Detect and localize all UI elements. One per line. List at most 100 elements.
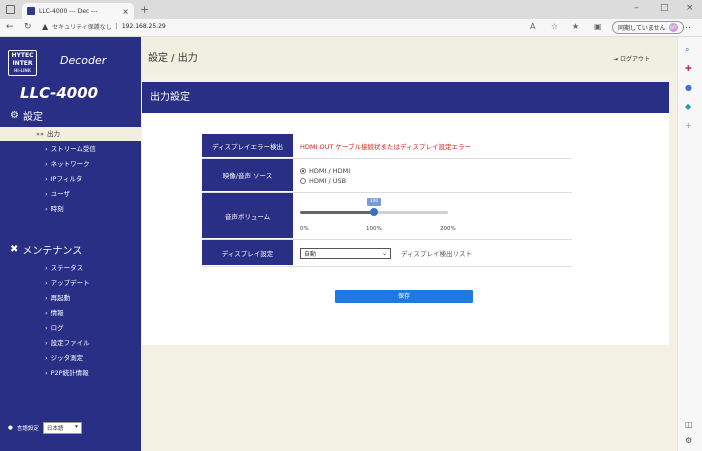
save-button[interactable]: 保存: [335, 290, 473, 303]
edge-sidebar: ⌕ ✚ ● ◆ + ◫ ⚙: [677, 37, 702, 451]
more-menu-button[interactable]: …: [682, 21, 691, 31]
minimize-button[interactable]: –: [634, 3, 639, 13]
close-window-button[interactable]: ×: [686, 3, 694, 13]
chevron-right-icon: ›: [45, 354, 48, 362]
display-select-value: 自動: [304, 250, 317, 258]
logout-icon: ⇥: [613, 56, 619, 63]
language-label: 言語設定: [16, 426, 39, 432]
tools-icon[interactable]: ●: [685, 83, 692, 92]
browser-tab[interactable]: LLC-4000 --- Dec --- ×: [22, 3, 134, 19]
sidebar-item[interactable]: »» 出力: [0, 127, 141, 141]
sidebar-item-label: ストリーム受信: [50, 145, 96, 153]
chevron-down-icon: ⌄: [381, 249, 387, 257]
sidebar-item-label: ネットワーク: [50, 160, 90, 168]
sidebar-item-label: 再起動: [50, 294, 71, 302]
favorite-add-icon[interactable]: ☆: [551, 22, 558, 31]
error-value: HDMI OUT ケーブル接続状またはディスプレイ設定エラー: [300, 143, 472, 151]
sidebar-item[interactable]: › ステータス: [0, 261, 141, 275]
warning-icon: ▲: [42, 22, 49, 31]
search-icon[interactable]: ⌕: [685, 45, 689, 55]
add-icon[interactable]: +: [685, 121, 692, 130]
source-options: HDMI / HDMI HDMI / USB: [293, 159, 572, 192]
source-radio-option[interactable]: HDMI / HDMI: [300, 167, 565, 175]
maximize-button[interactable]: □: [660, 3, 669, 13]
settings-gear-icon[interactable]: ⚙: [685, 436, 692, 445]
sidebar-item[interactable]: › 再起動: [0, 291, 141, 305]
maintenance-section-header: ✖ メンテナンス: [10, 242, 82, 257]
breadcrumb: 設定 / 出力: [148, 53, 198, 64]
sidebar-item-label: ログ: [50, 324, 64, 332]
gear-icon: ⚙: [10, 110, 19, 121]
chevron-down-icon: ▾: [75, 424, 78, 430]
slider-tick-label: 200%: [440, 226, 456, 232]
url-field[interactable]: ▲ セキュリティ保護なし | 192.168.25.29: [42, 22, 166, 31]
settings-section-header: ⚙ 設定: [10, 108, 43, 123]
sidebar-item[interactable]: › ジッタ測定: [0, 351, 141, 365]
logo-line2: INTER: [12, 60, 33, 67]
new-tab-button[interactable]: +: [140, 3, 149, 16]
slider-handle[interactable]: [370, 208, 378, 216]
chevron-right-icon: ›: [45, 324, 48, 332]
logo-line1: HYTEC: [11, 52, 34, 59]
chevron-right-icon: ›: [45, 190, 48, 198]
display-control: 自動 ⌄ ディスプレイ検出リスト: [293, 240, 572, 266]
back-icon[interactable]: ←: [6, 22, 14, 32]
sidebar-item-label: 出力: [46, 130, 60, 138]
radio-label: HDMI / HDMI: [309, 166, 351, 175]
volume-label: 音声ボリューム: [202, 193, 293, 239]
sidebar-toggle-icon[interactable]: ◫: [685, 420, 693, 429]
radio-label: HDMI / USB: [309, 176, 347, 185]
window-menu-icon[interactable]: [6, 5, 15, 14]
sidebar-item[interactable]: › P2P統計情報: [0, 366, 141, 380]
error-label: ディスプレイエラー検出: [202, 134, 293, 158]
brand-logo: HYTEC INTER HI-LINK: [8, 50, 37, 76]
slider-value-tooltip: 100: [367, 198, 381, 206]
reload-icon[interactable]: ↻: [24, 22, 32, 32]
logout-button[interactable]: ⇥ ログアウト: [613, 54, 650, 63]
display-detect-list-link[interactable]: ディスプレイ検出リスト: [401, 248, 472, 258]
sidebar-item[interactable]: › 情報: [0, 306, 141, 320]
tab-close-icon[interactable]: ×: [122, 7, 129, 16]
chevron-right-icon: »»: [36, 130, 44, 138]
radio-icon[interactable]: [300, 167, 306, 174]
browser-tab-bar: LLC-4000 --- Dec --- × + – □ ×: [0, 0, 702, 19]
settings-header-label: 設定: [22, 112, 43, 123]
slider-fill: [300, 211, 374, 214]
sidebar-item[interactable]: › ユーザ: [0, 187, 141, 201]
volume-slider[interactable]: 100: [300, 198, 448, 226]
settings-form: ディスプレイエラー検出 HDMI OUT ケーブル接続状またはディスプレイ設定エ…: [202, 133, 572, 267]
favorites-icon[interactable]: ★: [572, 22, 579, 31]
language-setting: ● 言語設定 日本語 ▾: [8, 422, 82, 434]
display-select[interactable]: 自動 ⌄: [300, 247, 391, 259]
sidebar-item[interactable]: › ネットワーク: [0, 157, 141, 171]
slider-ticks: 0% 100% 200%: [300, 226, 456, 234]
sync-label: 同期していません: [618, 25, 666, 32]
url-host: 192.168.25.29: [121, 23, 166, 30]
sidebar-item[interactable]: › 時刻: [0, 202, 141, 216]
collections-icon[interactable]: ▣: [594, 22, 602, 31]
sidebar-item-label: ユーザ: [50, 190, 70, 198]
outlook-icon[interactable]: ◆: [685, 102, 691, 111]
sync-button[interactable]: 同期していません WT: [612, 21, 684, 34]
radio-icon[interactable]: [300, 177, 306, 184]
sidebar-item-label: P2P統計情報: [50, 369, 89, 377]
sidebar-item[interactable]: › アップデート: [0, 276, 141, 290]
shopping-icon[interactable]: ✚: [685, 64, 692, 73]
display-label: ディスプレイ設定: [202, 240, 293, 266]
chevron-right-icon: ›: [45, 145, 48, 153]
sidebar-item[interactable]: › ストリーム受信: [0, 142, 141, 156]
sidebar-item[interactable]: › ログ: [0, 321, 141, 335]
chevron-right-icon: ›: [45, 175, 48, 183]
language-select[interactable]: 日本語 ▾: [42, 422, 82, 434]
chevron-right-icon: ›: [45, 160, 48, 168]
sidebar-item-label: 設定ファイル: [50, 339, 90, 347]
main-content: 設定 / 出力 ⇥ ログアウト 出力設定 ディスプレイエラー検出 HDMI OU…: [141, 37, 677, 451]
profile-avatar: WT: [668, 23, 678, 32]
sidebar-item[interactable]: › IPフィルタ: [0, 172, 141, 186]
tools-icon: ✖: [10, 244, 19, 255]
source-radio-option[interactable]: HDMI / USB: [300, 177, 565, 185]
sidebar-item-label: 時刻: [50, 205, 64, 213]
maintenance-header-label: メンテナンス: [22, 246, 83, 257]
sidebar-item[interactable]: › 設定ファイル: [0, 336, 141, 350]
read-aloud-icon[interactable]: A: [530, 22, 535, 31]
